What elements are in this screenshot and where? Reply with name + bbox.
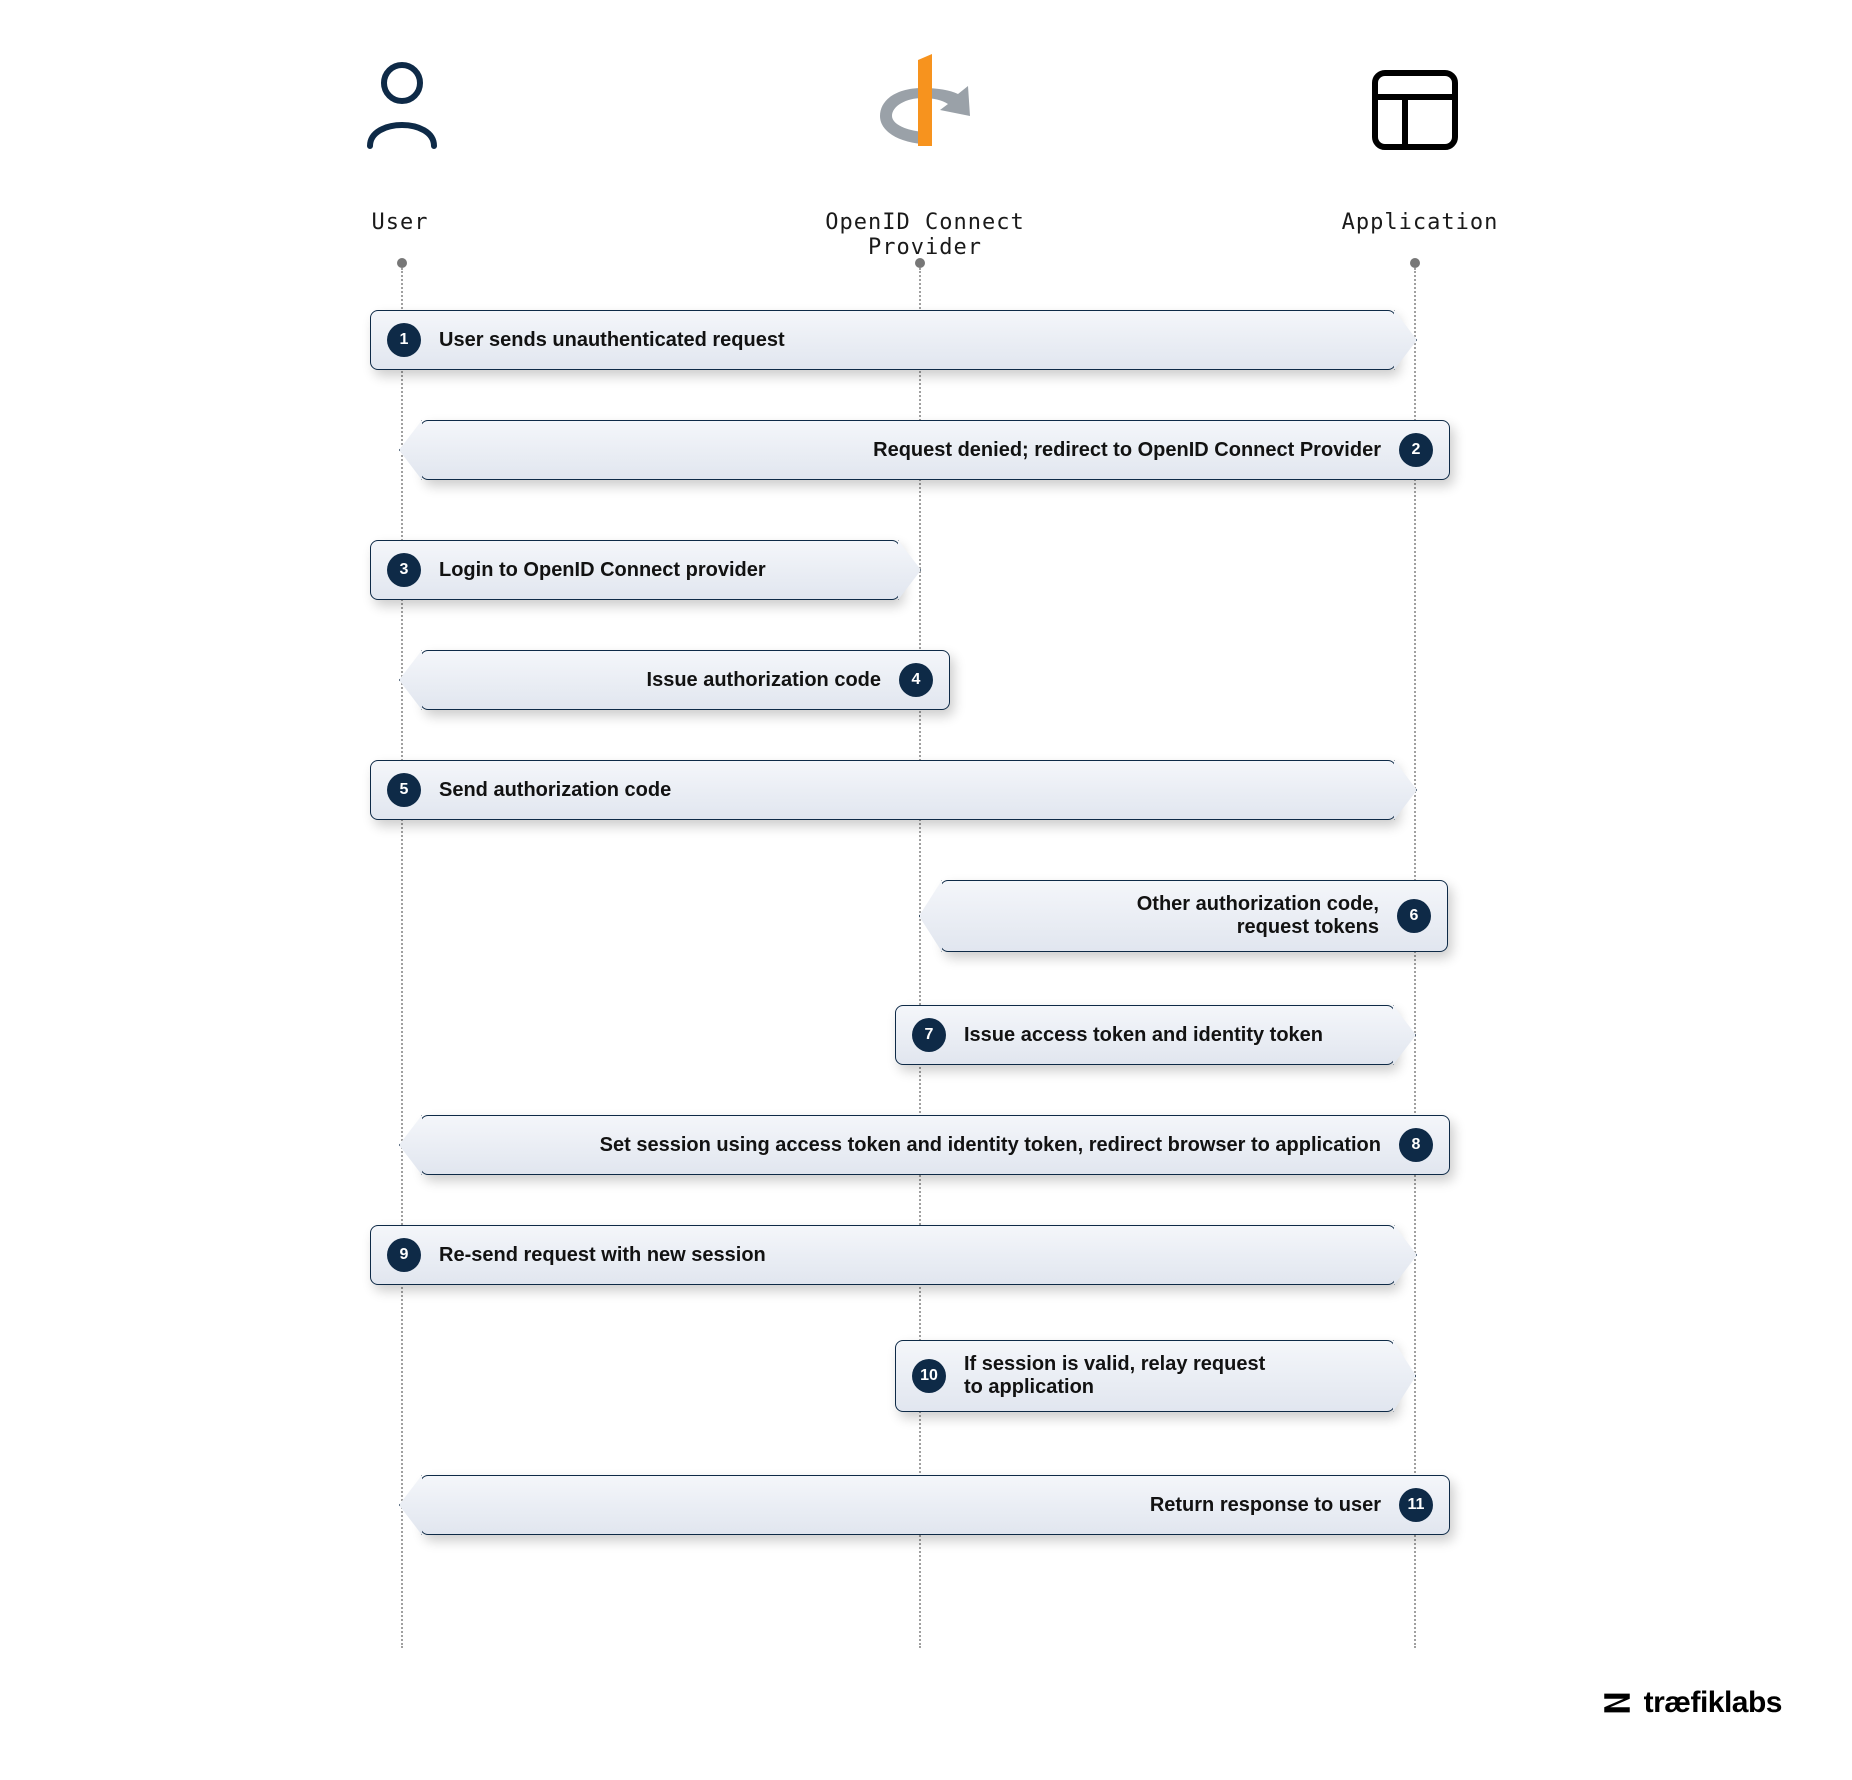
application-icon <box>1370 65 1460 155</box>
step-number: 6 <box>1397 899 1431 933</box>
step-6: Other authorization code, request tokens… <box>940 880 1448 952</box>
actor-label-application: Application <box>1320 210 1520 235</box>
step-number: 10 <box>912 1359 946 1393</box>
step-4: Issue authorization code 4 <box>420 650 950 710</box>
sequence-diagram: User OpenID Connect Provider Application… <box>0 0 1852 1780</box>
step-number: 11 <box>1399 1488 1433 1522</box>
lifeline-dot <box>915 258 925 268</box>
step-1: 1 User sends unauthenticated request <box>370 310 1396 370</box>
step-5: 5 Send authorization code <box>370 760 1396 820</box>
logo-text: træfiklabs <box>1644 1686 1782 1720</box>
actor-label-provider: OpenID Connect Provider <box>770 210 1080 260</box>
user-icon <box>360 55 444 155</box>
step-number: 4 <box>899 663 933 697</box>
lifeline-user <box>401 268 403 1648</box>
traefik-labs-logo: træfiklabs <box>1600 1686 1782 1720</box>
step-number: 1 <box>387 323 421 357</box>
step-label: Request denied; redirect to OpenID Conne… <box>873 439 1381 462</box>
traefik-logo-icon <box>1600 1686 1634 1720</box>
lifeline-dot <box>1410 258 1420 268</box>
lifeline-dot <box>397 258 407 268</box>
step-label: User sends unauthenticated request <box>439 329 785 352</box>
step-11: Return response to user 11 <box>420 1475 1450 1535</box>
step-label: Return response to user <box>1150 1494 1381 1517</box>
step-label: Login to OpenID Connect provider <box>439 559 766 582</box>
actor-label-user: User <box>350 210 450 235</box>
step-number: 9 <box>387 1238 421 1272</box>
step-label: Set session using access token and ident… <box>600 1134 1381 1157</box>
step-number: 5 <box>387 773 421 807</box>
step-label: Other authorization code, request tokens <box>1137 893 1379 939</box>
step-label: Issue access token and identity token <box>964 1024 1323 1047</box>
step-number: 8 <box>1399 1128 1433 1162</box>
step-7: 7 Issue access token and identity token <box>895 1005 1395 1065</box>
step-2: Request denied; redirect to OpenID Conne… <box>420 420 1450 480</box>
step-label: Issue authorization code <box>647 669 881 692</box>
step-9: 9 Re-send request with new session <box>370 1225 1396 1285</box>
openid-icon <box>868 50 978 150</box>
step-number: 2 <box>1399 433 1433 467</box>
step-label: Send authorization code <box>439 779 671 802</box>
step-label: Re-send request with new session <box>439 1244 766 1267</box>
step-label: If session is valid, relay request to ap… <box>964 1353 1265 1399</box>
step-8: Set session using access token and ident… <box>420 1115 1450 1175</box>
step-number: 3 <box>387 553 421 587</box>
step-3: 3 Login to OpenID Connect provider <box>370 540 900 600</box>
step-10: 10 If session is valid, relay request to… <box>895 1340 1395 1412</box>
step-number: 7 <box>912 1018 946 1052</box>
